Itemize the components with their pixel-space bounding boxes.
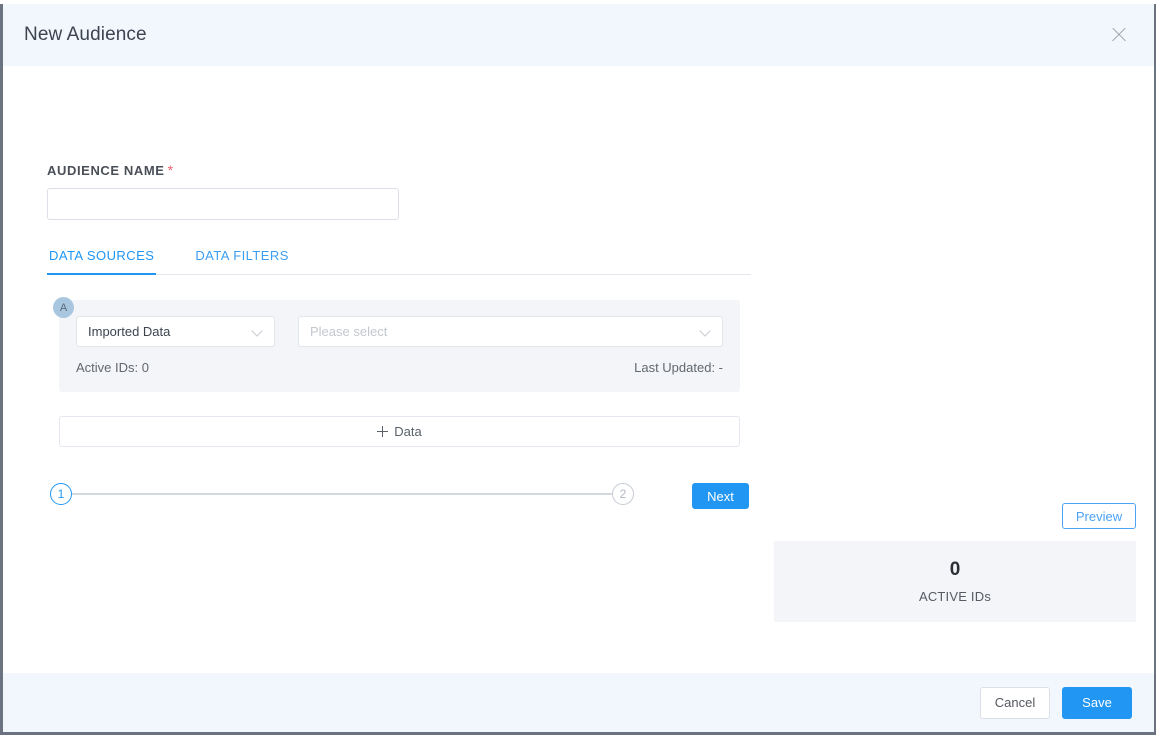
stepper-connector xyxy=(72,493,612,495)
active-ids-stat-label: ACTIVE IDs xyxy=(918,588,992,604)
data-source-type-select[interactable]: Imported Data xyxy=(76,316,275,347)
data-source-value-select[interactable]: Please select xyxy=(298,316,723,347)
modal-body: AUDIENCE NAME * DATA SOURCES DATA FILTERS… xyxy=(3,66,1154,673)
tab-data-sources[interactable]: DATA SOURCES xyxy=(47,248,157,275)
chevron-down-icon xyxy=(700,326,711,337)
active-ids-text: Active IDs: 0 xyxy=(76,360,149,375)
data-source-type-value: Imported Data xyxy=(88,324,171,339)
add-data-label: Data xyxy=(394,424,422,439)
tab-bar: DATA SOURCES DATA FILTERS xyxy=(47,248,751,275)
plus-icon xyxy=(377,426,389,437)
cancel-button[interactable]: Cancel xyxy=(980,686,1050,719)
last-updated-text: Last Updated: - xyxy=(634,360,723,375)
audience-name-label: AUDIENCE NAME * xyxy=(47,162,174,178)
stepper-step-2[interactable]: 2 xyxy=(612,483,634,505)
modal-header: New Audience xyxy=(3,4,1154,66)
preview-button[interactable]: Preview xyxy=(1062,503,1136,529)
audience-name-label-text: AUDIENCE NAME xyxy=(47,163,165,178)
audience-name-input[interactable] xyxy=(47,188,399,220)
save-button[interactable]: Save xyxy=(1062,686,1132,719)
next-button[interactable]: Next xyxy=(692,483,749,509)
active-ids-value: 0 xyxy=(949,558,961,580)
data-source-badge: A xyxy=(53,297,74,318)
tab-data-filters[interactable]: DATA FILTERS xyxy=(193,248,291,274)
add-data-button[interactable]: Data xyxy=(59,416,740,447)
chevron-down-icon xyxy=(252,326,263,337)
data-source-meta: Active IDs: 0 Last Updated: - xyxy=(76,360,723,375)
close-icon[interactable] xyxy=(1106,22,1132,48)
modal-title: New Audience xyxy=(24,24,147,45)
modal-footer: Cancel Save xyxy=(3,673,1154,732)
data-source-value-placeholder: Please select xyxy=(310,324,388,339)
required-asterisk: * xyxy=(167,162,174,178)
active-ids-stat-card: 0 ACTIVE IDs xyxy=(774,541,1136,622)
stepper-step-1[interactable]: 1 xyxy=(50,483,72,505)
new-audience-modal: New Audience AUDIENCE NAME * DATA SOURCES… xyxy=(0,4,1156,735)
stepper: 1 2 xyxy=(50,482,634,506)
